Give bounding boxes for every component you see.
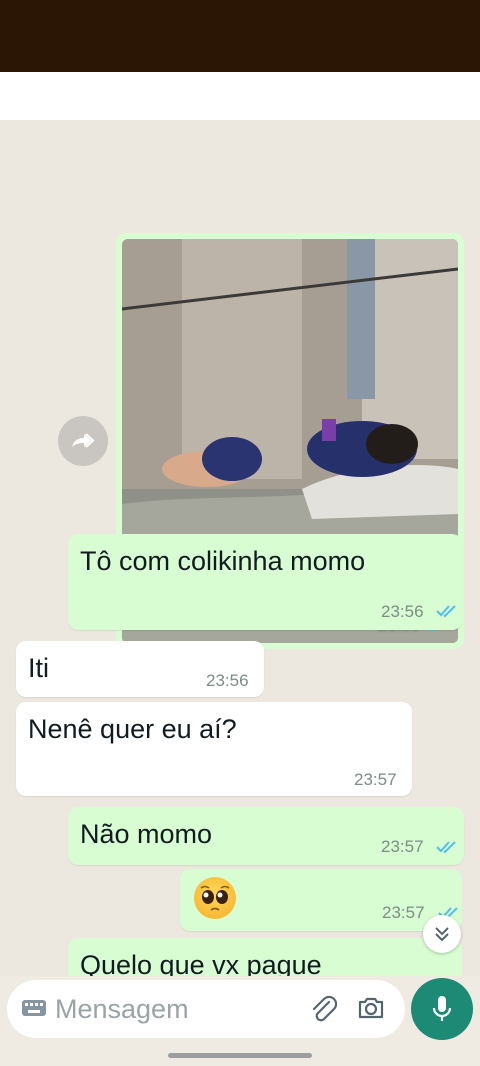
voice-message-button[interactable] [411, 978, 473, 1040]
message-time: 23:57 [382, 903, 425, 922]
incoming-message[interactable]: Iti 23:56 [16, 641, 264, 697]
keyboard-icon[interactable] [21, 999, 47, 1019]
message-text: Tô com colikinha momo [80, 546, 366, 576]
read-receipt-icon [436, 841, 456, 854]
home-gesture-bar[interactable] [168, 1053, 312, 1058]
mic-icon [432, 996, 452, 1021]
message-time: 23:57 [354, 770, 397, 789]
chat-area[interactable]: 23:56 Tô com colikinha momo 23:56 Iti 23… [0, 120, 480, 976]
read-receipt-icon [436, 605, 456, 618]
forward-button[interactable] [58, 416, 108, 466]
outgoing-message[interactable]: Não momo 23:57 [68, 807, 464, 865]
message-input[interactable] [55, 992, 295, 1026]
chevron-double-down-icon [435, 927, 449, 942]
scroll-to-bottom-button[interactable] [423, 915, 461, 953]
status-bar [0, 0, 480, 72]
outgoing-message[interactable]: Tô com colikinha momo 23:56 [68, 534, 462, 630]
camera-icon[interactable] [357, 995, 385, 1021]
message-text: Quelo que vx pague [80, 950, 322, 976]
outgoing-message[interactable]: Quelo que vx pague [68, 938, 462, 976]
chat-header [0, 72, 480, 120]
attach-icon[interactable] [309, 994, 337, 1024]
message-text: Não momo [80, 819, 213, 849]
outgoing-message[interactable]: 🥺 23:57 [180, 869, 462, 931]
navigation-bar [0, 1040, 480, 1066]
message-time: 23:56 [206, 671, 249, 690]
pleading-face-emoji: 🥺 [194, 877, 236, 919]
message-text: Iti [28, 653, 50, 683]
incoming-message[interactable]: Nenê quer eu aí? 23:57 [16, 702, 412, 796]
forward-icon [72, 433, 95, 448]
message-composer [7, 980, 405, 1038]
message-time: 23:57 [381, 837, 424, 856]
message-time: 23:56 [381, 602, 424, 621]
message-text: Nenê quer eu aí? [28, 714, 237, 744]
